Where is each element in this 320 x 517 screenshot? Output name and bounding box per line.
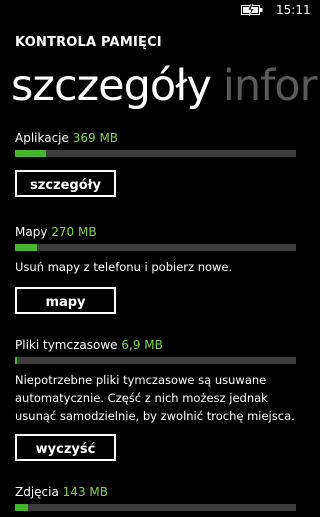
pivot-item-details[interactable]: szczegóły xyxy=(11,61,212,111)
maps-button[interactable]: mapy xyxy=(15,287,116,314)
usage-bar-fill xyxy=(15,504,28,511)
status-clock: 15:11 xyxy=(276,3,311,17)
section-title: Mapy xyxy=(15,225,48,239)
section-maps: Mapy 270 MB Usuń mapy z telefonu i pobie… xyxy=(15,224,296,314)
usage-bar xyxy=(15,357,296,364)
section-label: Aplikacje 369 MB xyxy=(15,130,296,146)
clear-button[interactable]: wyczyść xyxy=(15,434,116,461)
section-size: 369 MB xyxy=(72,131,119,145)
usage-bar-fill xyxy=(15,357,18,364)
app-title: KONTROLA PAMIĘCI xyxy=(15,35,162,50)
section-title: Aplikacje xyxy=(15,131,69,145)
battery-charging-icon xyxy=(241,4,263,16)
section-apps: Aplikacje 369 MB szczegóły xyxy=(15,130,296,197)
section-title: Pliki tymczasowe xyxy=(15,338,118,352)
section-label: Pliki tymczasowe 6,9 MB xyxy=(15,337,296,353)
details-button[interactable]: szczegóły xyxy=(15,170,116,197)
usage-bar-fill xyxy=(15,244,38,251)
usage-bar xyxy=(15,150,296,157)
pivot-header: szczegóły infor xyxy=(11,60,317,112)
section-size: 143 MB xyxy=(62,485,108,499)
section-title: Zdjęcia xyxy=(15,485,59,499)
section-description: Niepotrzebne pliki tymczasowe są usuwane… xyxy=(15,373,295,423)
section-size: 270 MB xyxy=(51,225,97,239)
usage-bar xyxy=(15,504,296,511)
section-size: 6,9 MB xyxy=(121,338,163,352)
usage-bar-fill xyxy=(15,150,46,157)
section-label: Mapy 270 MB xyxy=(15,224,296,240)
section-description: Usuń mapy z telefonu i pobierz nowe. xyxy=(15,260,233,274)
section-label: Zdjęcia 143 MB xyxy=(15,484,296,500)
pivot-item-info[interactable]: infor xyxy=(223,61,317,111)
section-temp-files: Pliki tymczasowe 6,9 MB Niepotrzebne pli… xyxy=(15,337,296,461)
section-photos: Zdjęcia 143 MB xyxy=(15,484,296,511)
status-bar: 15:11 xyxy=(0,0,311,22)
usage-bar xyxy=(15,244,296,251)
